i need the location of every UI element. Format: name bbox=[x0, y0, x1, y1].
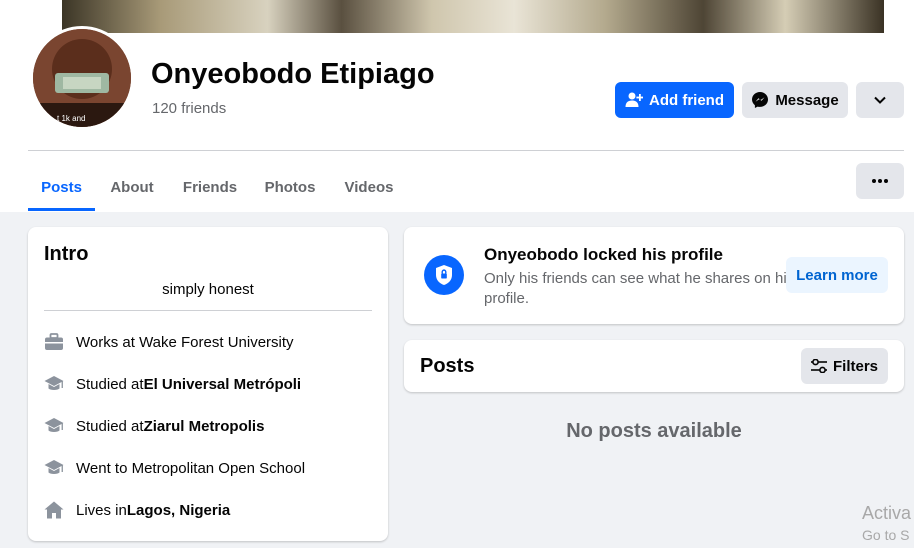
add-friend-icon bbox=[625, 92, 643, 107]
tab-photos[interactable]: Photos bbox=[254, 164, 326, 210]
profile-avatar[interactable]: t 1k and bbox=[30, 26, 134, 130]
school-link[interactable]: El Universal Metrópoli bbox=[144, 376, 302, 393]
header-divider bbox=[28, 150, 904, 151]
profile-header: t 1k and Onyeobodo Etipiago 120 friends … bbox=[0, 0, 914, 212]
shield-icon bbox=[424, 255, 464, 295]
intro-item-work: Works at Wake Forest University bbox=[44, 330, 294, 354]
intro-divider bbox=[44, 310, 372, 311]
friends-count[interactable]: 120 friends bbox=[152, 100, 226, 117]
intro-item-text: Studied at bbox=[76, 375, 144, 393]
watermark-line1: Activa bbox=[862, 503, 912, 523]
briefcase-icon bbox=[44, 332, 64, 352]
posts-header-card: Posts Filters bbox=[404, 340, 904, 392]
avatar-image: t 1k and bbox=[33, 29, 131, 127]
filters-icon bbox=[810, 359, 827, 373]
intro-item-text: Went to Metropolitan Open School bbox=[76, 459, 306, 477]
school-link[interactable]: Ziarul Metropolis bbox=[144, 418, 265, 435]
locked-profile-card: Onyeobodo locked his profile Only his fr… bbox=[404, 227, 904, 324]
intro-item-text: Works at Wake Forest University bbox=[76, 333, 294, 351]
location-link[interactable]: Lagos, Nigeria bbox=[127, 502, 230, 519]
activation-watermark: Activa Go to S bbox=[862, 502, 911, 546]
locked-profile-title: Onyeobodo locked his profile bbox=[484, 245, 723, 264]
locked-profile-description: Only his friends can see what he shares … bbox=[484, 270, 795, 307]
intro-item-text: Studied at bbox=[76, 417, 144, 435]
active-tab-indicator bbox=[28, 208, 95, 211]
intro-item-text: Lives in bbox=[76, 501, 127, 519]
tab-videos[interactable]: Videos bbox=[332, 164, 406, 210]
intro-title: Intro bbox=[44, 243, 89, 265]
intro-card: Intro simply honest Works at Wake Forest… bbox=[28, 227, 388, 541]
intro-bio: simply honest bbox=[162, 281, 254, 298]
chevron-down-icon bbox=[874, 96, 886, 104]
add-friend-label: Add friend bbox=[649, 91, 724, 109]
filters-button[interactable]: Filters bbox=[801, 348, 888, 384]
message-button[interactable]: Message bbox=[742, 82, 848, 118]
intro-item-location: Lives in Lagos, Nigeria bbox=[44, 498, 230, 522]
watermark-line2: Go to S bbox=[862, 527, 910, 543]
filters-label: Filters bbox=[832, 357, 878, 375]
profile-name: Onyeobodo Etipiago bbox=[151, 58, 435, 90]
add-friend-button[interactable]: Add friend bbox=[615, 82, 734, 118]
learn-more-button[interactable]: Learn more bbox=[786, 257, 888, 293]
graduation-cap-icon bbox=[44, 416, 64, 436]
more-tabs-button[interactable] bbox=[856, 163, 904, 199]
graduation-cap-icon bbox=[44, 374, 64, 394]
profile-options-button[interactable] bbox=[856, 82, 904, 118]
no-posts-message: No posts available bbox=[566, 420, 742, 442]
intro-item-education: Studied at El Universal Metrópoli bbox=[44, 372, 301, 396]
avatar-caption: t 1k and bbox=[57, 114, 85, 123]
message-label: Message bbox=[775, 91, 839, 109]
intro-item-education: Went to Metropolitan Open School bbox=[44, 456, 305, 480]
tab-about[interactable]: About bbox=[98, 164, 166, 210]
tab-posts[interactable]: Posts bbox=[28, 164, 95, 210]
intro-item-education: Studied at Ziarul Metropolis bbox=[44, 414, 264, 438]
cover-photo[interactable] bbox=[62, 0, 884, 33]
more-dots-icon bbox=[872, 179, 888, 183]
home-icon bbox=[44, 500, 64, 520]
tab-friends[interactable]: Friends bbox=[172, 164, 248, 210]
graduation-cap-icon bbox=[44, 458, 64, 478]
posts-title: Posts bbox=[420, 355, 475, 377]
messenger-icon bbox=[752, 92, 769, 108]
